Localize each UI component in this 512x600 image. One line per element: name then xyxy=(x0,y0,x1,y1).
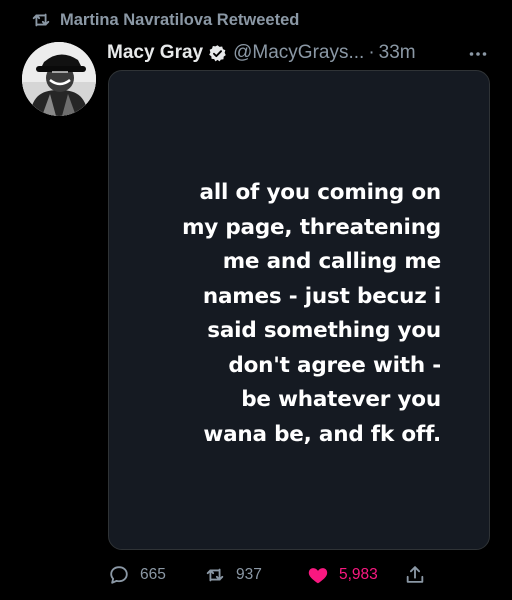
share-button[interactable] xyxy=(404,562,436,588)
verified-badge-icon xyxy=(209,44,226,61)
media-text-line: don't agree with - xyxy=(228,352,441,378)
separator-dot: · xyxy=(368,42,375,63)
media-text-line: wana be, and fk off. xyxy=(203,421,441,447)
share-icon xyxy=(406,566,424,583)
retweeted-by-label: Martina Navratilova Retweeted xyxy=(60,10,300,29)
media-text-line: said something you xyxy=(207,318,441,343)
author-display-name[interactable]: Macy Gray xyxy=(107,42,203,64)
retweet-icon xyxy=(32,13,50,27)
reply-count: 665 xyxy=(140,566,166,583)
tweet-timestamp[interactable]: 33m xyxy=(379,42,416,64)
retweet-icon xyxy=(206,568,224,582)
retweet-count: 937 xyxy=(236,566,262,583)
heart-icon xyxy=(308,568,328,584)
media-text: all of you coming on my page, threatenin… xyxy=(141,176,441,452)
retweet-header[interactable]: Martina Navratilova Retweeted xyxy=(32,8,300,32)
reply-button[interactable]: 665 xyxy=(108,562,166,588)
tweet-media-image[interactable]: all of you coming on my page, threatenin… xyxy=(108,70,490,550)
media-text-line: me and calling me xyxy=(222,249,441,274)
media-text-line: my page, threatening xyxy=(182,214,441,240)
like-count: 5,983 xyxy=(339,566,378,583)
media-text-line: names - just becuz i xyxy=(202,283,441,309)
more-icon[interactable] xyxy=(468,44,488,64)
media-text-line: be whatever you xyxy=(241,387,441,412)
like-button[interactable]: 5,983 xyxy=(307,562,378,588)
avatar-photo xyxy=(22,42,96,116)
tweet-header: Macy Gray @MacyGrays... · 33m xyxy=(107,40,416,66)
author-handle[interactable]: @MacyGrays... xyxy=(233,42,364,64)
avatar[interactable] xyxy=(22,42,96,116)
reply-icon xyxy=(110,566,128,584)
media-text-line: all of you coming on xyxy=(199,180,442,205)
retweet-button[interactable]: 937 xyxy=(204,562,262,588)
